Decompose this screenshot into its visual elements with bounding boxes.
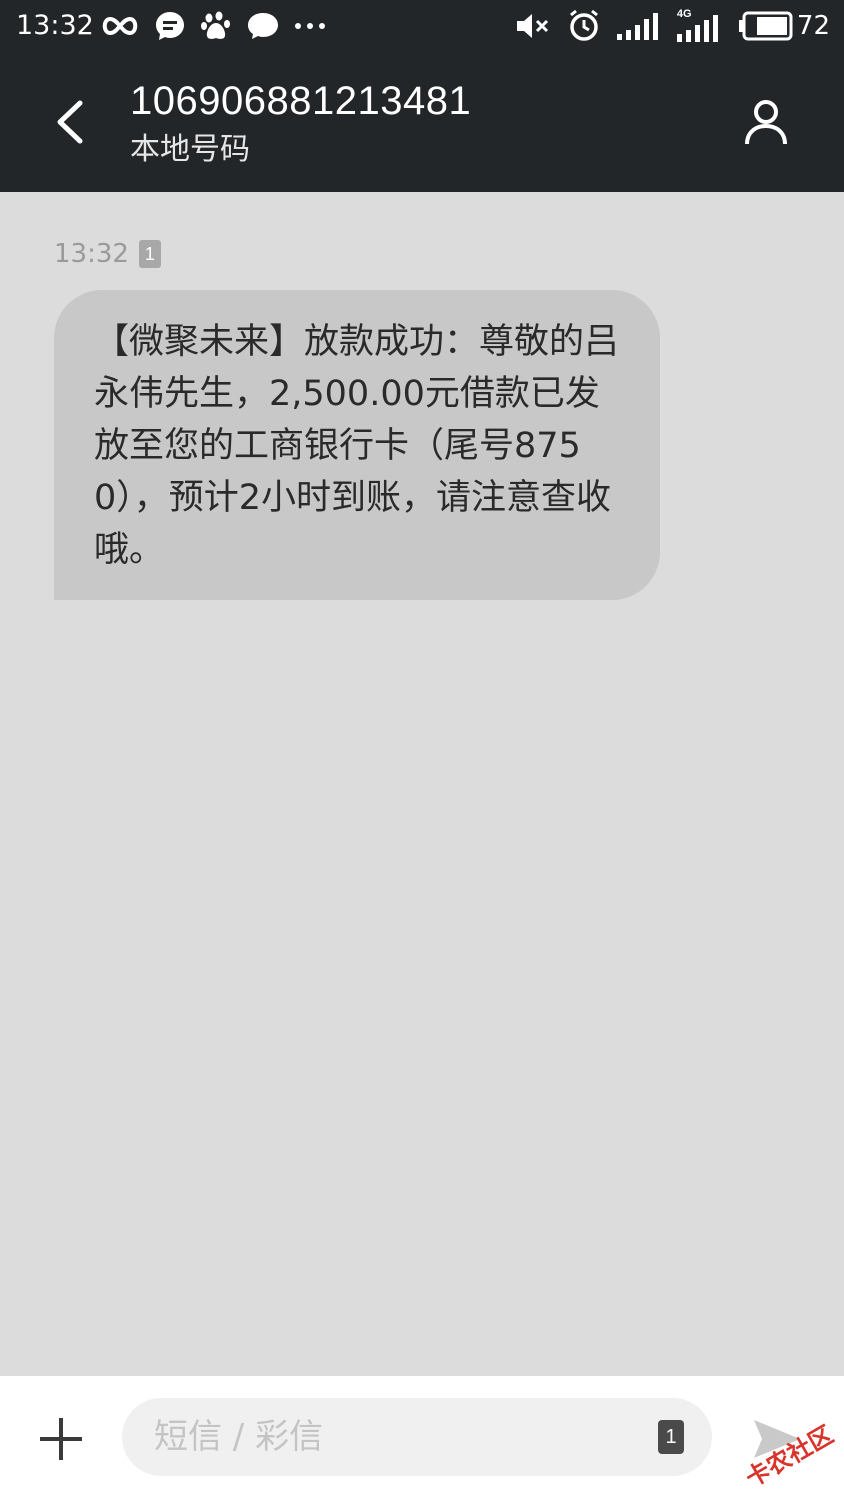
top-app-bar: 13:32 4G 72 106906881213481 本地号码 xyxy=(0,0,844,192)
message-icon xyxy=(248,13,278,39)
back-button[interactable] xyxy=(40,92,100,152)
baidu-paw-icon xyxy=(201,11,230,39)
sim-select-button[interactable]: 1 xyxy=(658,1420,684,1454)
add-attachment-button[interactable] xyxy=(32,1410,90,1468)
battery-level: 72 xyxy=(796,11,830,41)
message-meta: 13:32 1 xyxy=(54,236,161,272)
contact-subtitle: 本地号码 xyxy=(130,132,250,167)
signal-4g-icon: 4G xyxy=(676,8,723,42)
message-text: 【微聚未来】放款成功：尊敬的吕永伟先生，2,500.00元借款已发放至您的工商银… xyxy=(94,322,620,570)
chat-bubble-icon xyxy=(156,12,184,40)
sms-conversation-screen: 13:32 4G 72 106906881213481 本地号码 13:32 1… xyxy=(0,0,844,1500)
infinity-icon xyxy=(102,16,138,36)
sim-slot-badge: 1 xyxy=(138,240,161,268)
status-bar: 13:32 4G 72 xyxy=(0,0,844,52)
conversation-header: 106906881213481 本地号码 xyxy=(0,52,844,192)
alarm-icon xyxy=(569,9,598,41)
signal-icon xyxy=(616,13,658,40)
message-input[interactable] xyxy=(152,1398,632,1476)
plus-icon xyxy=(40,1418,82,1460)
chevron-left-icon xyxy=(57,100,83,144)
contact-details-button[interactable] xyxy=(738,94,794,150)
person-icon xyxy=(745,100,787,145)
compose-bar: 1 卡农社区 xyxy=(0,1376,844,1500)
battery-indicator: 72 xyxy=(738,8,830,44)
status-time: 13:32 xyxy=(16,10,94,41)
mute-icon xyxy=(516,14,548,38)
system-icons: 4G 72 xyxy=(515,6,830,46)
message-list[interactable]: 13:32 1 【微聚未来】放款成功：尊敬的吕永伟先生，2,500.00元借款已… xyxy=(0,192,844,1376)
more-dots-icon xyxy=(295,23,325,29)
notification-icons xyxy=(100,6,326,46)
contact-number: 106906881213481 xyxy=(130,79,472,123)
battery-icon xyxy=(738,11,793,41)
message-time: 13:32 xyxy=(54,239,129,269)
compose-field: 1 xyxy=(122,1398,712,1476)
message-bubble[interactable]: 【微聚未来】放款成功：尊敬的吕永伟先生，2,500.00元借款已发放至您的工商银… xyxy=(54,290,660,600)
